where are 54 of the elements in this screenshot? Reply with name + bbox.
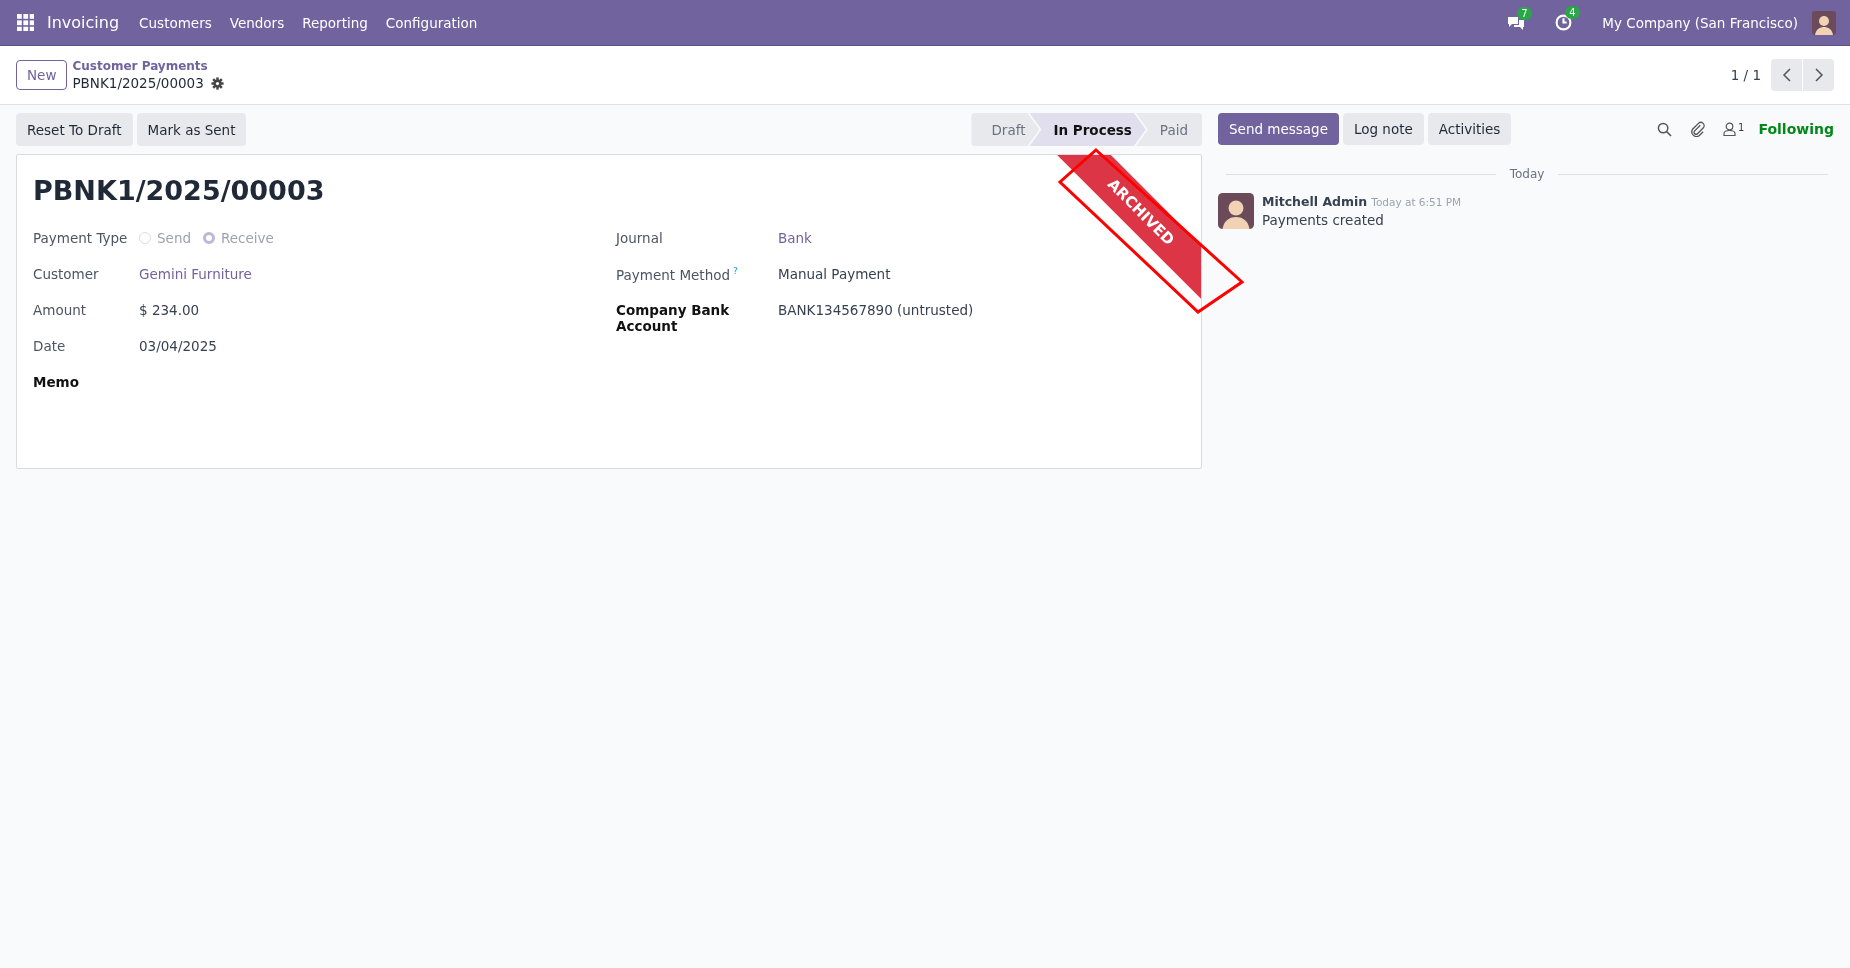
user-avatar-icon[interactable] <box>1812 10 1836 35</box>
chatter-button[interactable]: Activities <box>1427 113 1512 145</box>
menu-item[interactable]: Customers <box>139 14 212 31</box>
chatter-button[interactable]: Log note <box>1342 113 1424 145</box>
menu-item[interactable]: Vendors <box>229 14 285 31</box>
message-count: 7 <box>1517 6 1532 20</box>
field-label: Memo <box>33 373 80 390</box>
message-time: Today at 6:51 PM <box>1371 196 1462 208</box>
breadcrumb-link[interactable]: Customer Payments <box>72 59 224 73</box>
date-separator: Today <box>1509 167 1545 181</box>
paperclip-icon[interactable] <box>1690 121 1706 137</box>
field-label: Customer <box>33 265 100 282</box>
app-grid-icon[interactable] <box>17 14 34 31</box>
field-value: Manual Payment <box>778 265 891 282</box>
search-icon[interactable] <box>1657 121 1673 137</box>
follower-count: 1 <box>1738 122 1745 135</box>
field-label: Date <box>33 337 67 354</box>
company-switcher[interactable]: My Company (San Francisco) <box>1602 14 1798 31</box>
field-label: Amount <box>33 301 88 318</box>
pager-value: 1 / 1 <box>1730 67 1761 83</box>
chevron-left-icon <box>1781 68 1792 82</box>
follower-icon[interactable] <box>1723 122 1737 136</box>
field-label: Journal <box>616 229 664 246</box>
message-body: Payments created <box>1262 212 1385 228</box>
radio-button[interactable] <box>203 232 215 244</box>
field-link[interactable]: Bank <box>778 228 812 246</box>
field-value: BANK134567890 (untrusted) <box>778 301 974 318</box>
menu-item[interactable]: Configuration <box>385 14 478 31</box>
new-button[interactable]: New <box>16 60 68 90</box>
status-stage[interactable]: Draft <box>971 113 1040 146</box>
chevron-right-icon <box>1813 68 1824 82</box>
settings-icon[interactable] <box>210 76 224 90</box>
message-author: Mitchell Admin <box>1262 194 1368 209</box>
radio-label: Send <box>157 230 191 246</box>
field-label: Payment Type <box>33 229 129 246</box>
action-button[interactable]: Reset To Draft <box>16 113 133 146</box>
status-stage[interactable]: In Process <box>1029 113 1146 146</box>
record-name: PBNK1/2025/00003 <box>72 75 204 91</box>
app-name[interactable]: Invoicing <box>47 13 120 32</box>
action-button[interactable]: Mark as Sent <box>136 113 247 146</box>
radio-label: Receive <box>221 230 274 246</box>
chatter-button[interactable]: Send message <box>1218 113 1339 145</box>
user-avatar-icon <box>1218 193 1254 229</box>
field-value: 03/04/2025 <box>139 337 217 354</box>
menu-item[interactable]: Reporting <box>302 14 368 31</box>
activity-count: 4 <box>1565 6 1580 19</box>
field-label: Company Bank Account <box>616 301 731 334</box>
field-link[interactable]: Gemini Furniture <box>139 264 252 282</box>
status-stage[interactable]: Paid <box>1135 113 1202 146</box>
field-value: $ 234.00 <box>139 301 200 318</box>
following-button[interactable]: Following <box>1758 121 1834 137</box>
help-tooltip[interactable]: ? <box>733 266 738 276</box>
field-label: Payment Method $^{?}$ <box>616 265 739 283</box>
clock-icon[interactable] <box>1555 14 1573 31</box>
